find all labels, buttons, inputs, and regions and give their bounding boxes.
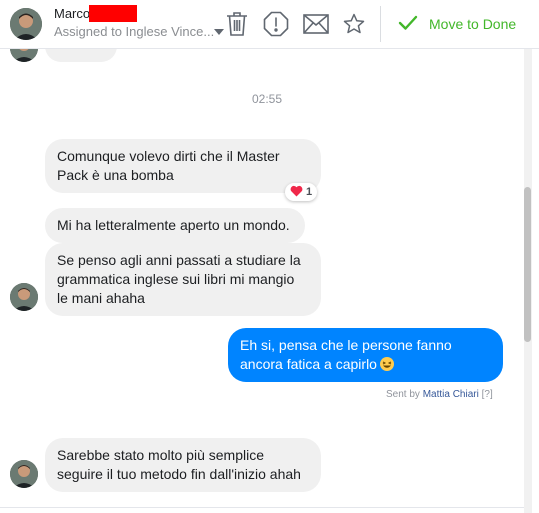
header-divider [380, 6, 381, 42]
star-icon[interactable] [342, 12, 366, 36]
incoming-message: Comunque volevo dirti che il Master Pack… [45, 139, 321, 193]
reaction-badge[interactable]: 1 [285, 183, 318, 201]
incoming-message: Se penso agli anni passati a studiare la… [45, 243, 321, 316]
incoming-message: Sarebbe stato molto più semplice seguire… [45, 438, 321, 492]
conversation-header: Marco Assigned to Inglese Vince... Move … [0, 0, 539, 48]
message-timestamp: 02:55 [251, 92, 283, 106]
contact-avatar[interactable] [10, 8, 42, 40]
contact-name[interactable]: Marco [54, 6, 90, 21]
sent-by-help[interactable]: [?] [482, 389, 493, 400]
alert-octagon-icon[interactable] [262, 10, 290, 38]
scrollbar-thumb[interactable] [524, 187, 531, 342]
outgoing-message: Eh si, pensa che le persone fanno ancora… [228, 328, 503, 382]
contact-avatar-small[interactable] [10, 283, 38, 311]
header-bottom-border [0, 48, 539, 49]
envelope-icon[interactable] [302, 12, 330, 36]
sent-by-prefix: Sent by [386, 389, 420, 400]
laughing-emoji-icon [379, 357, 394, 371]
redacted-surname [89, 5, 137, 22]
reaction-count: 1 [306, 186, 313, 198]
assignee-selector[interactable]: Assigned to Inglese Vince... [54, 24, 214, 39]
move-to-done-label: Move to Done [429, 16, 517, 32]
bottom-border [0, 507, 524, 508]
chevron-down-icon[interactable] [214, 29, 224, 35]
contact-avatar-small[interactable] [10, 460, 38, 488]
sent-by-name[interactable]: Mattia Chiari [423, 389, 479, 400]
heart-icon [290, 185, 303, 200]
incoming-message: Mi ha letteralmente aperto un mondo. [45, 208, 305, 243]
checkmark-icon [398, 15, 418, 36]
sent-by-note: Sent by Mattia Chiari [?] [386, 389, 493, 400]
outgoing-message-text: Eh si, pensa che le persone fanno ancora… [240, 337, 452, 372]
trash-icon[interactable] [224, 10, 250, 38]
move-to-done-button[interactable]: Move to Done [396, 12, 526, 36]
